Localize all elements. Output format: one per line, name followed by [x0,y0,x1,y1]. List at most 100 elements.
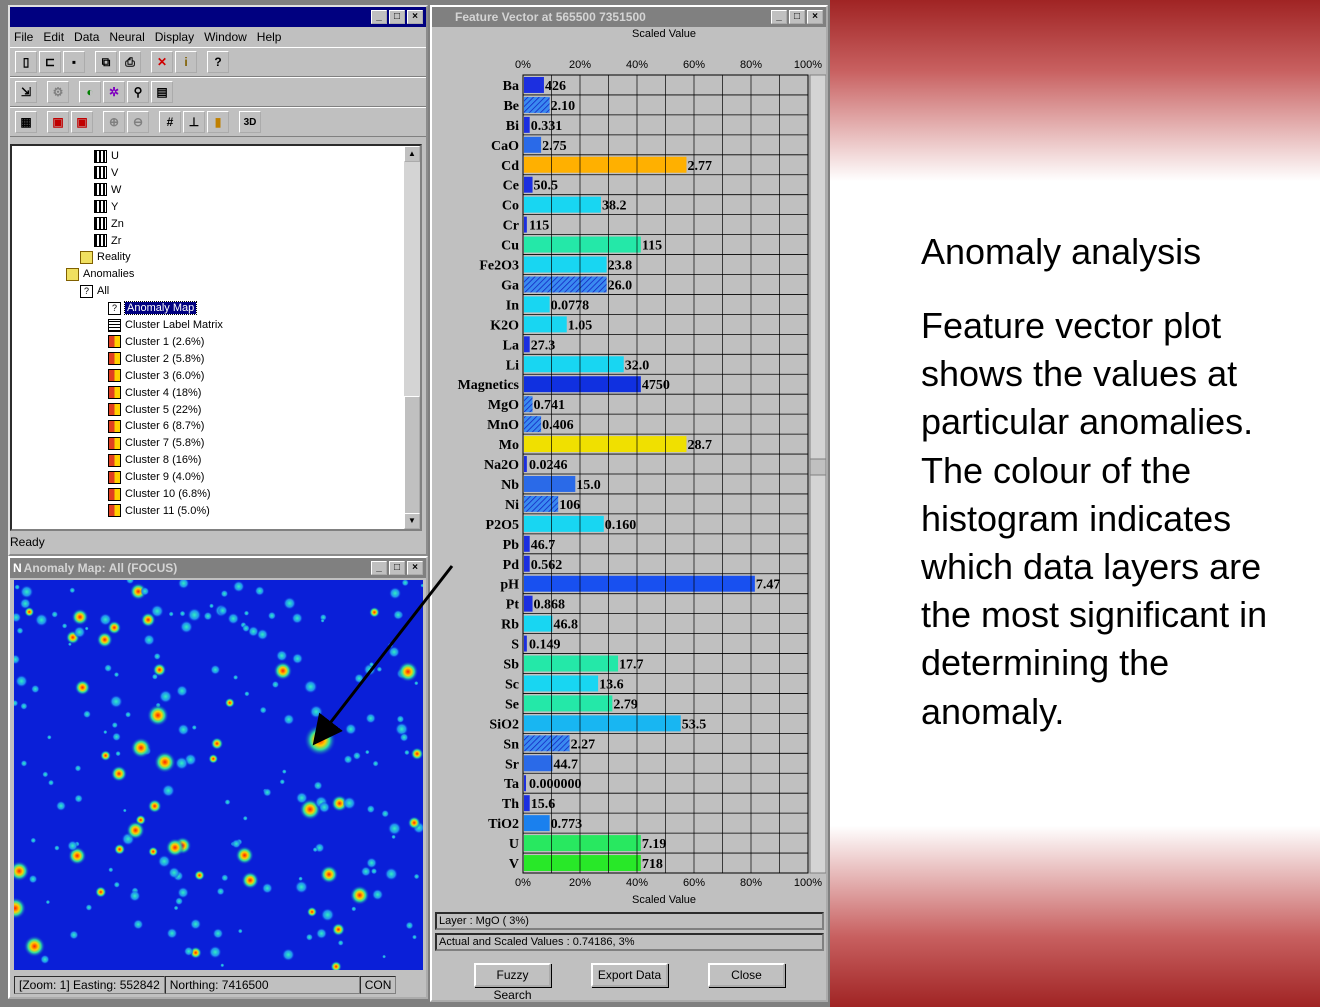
help-icon[interactable]: ? [207,51,229,73]
bar-mo[interactable] [524,436,687,453]
tree-item[interactable]: Zr [94,233,121,249]
process-icon[interactable]: ⚙ [47,81,69,103]
import-icon[interactable]: ⇲ [15,81,37,103]
report-icon[interactable]: ▤ [151,81,173,103]
menu-edit[interactable]: Edit [43,30,64,44]
tree-item[interactable]: Cluster Label Matrix [108,317,223,333]
tree-item[interactable]: ? All [80,283,109,299]
fv-minimize-button[interactable]: _ [771,10,787,24]
tree-item[interactable]: ? Anomaly Map [108,300,198,316]
bar-th[interactable] [524,795,530,812]
menu-display[interactable]: Display [155,30,194,44]
minimize-button[interactable]: _ [371,10,387,24]
bar-bi[interactable] [524,116,530,133]
copy-icon[interactable]: ⧉ [95,51,117,73]
info-icon[interactable]: i [175,51,197,73]
axis-icon[interactable]: ⊥ [183,111,205,133]
tree-item[interactable]: Cluster 9 (4.0%) [108,469,204,485]
tree-item[interactable]: V [94,165,118,181]
bar-cr[interactable] [524,216,527,233]
tree-item[interactable]: Cluster 5 (22%) [108,402,201,418]
view-3d-button[interactable]: 3D [239,111,261,133]
scroll-up-arrow-icon[interactable]: ▲ [404,146,420,162]
map-overlay-icon[interactable]: ▣ [71,111,93,133]
bar-sb[interactable] [524,655,619,672]
bar-ni[interactable] [524,495,559,512]
bar-sio2[interactable] [524,715,681,732]
tree-item[interactable]: Cluster 11 (5.0%) [108,503,210,519]
new-file-icon[interactable]: ▯ [15,51,37,73]
tree-item[interactable]: Reality [80,249,131,265]
close-button[interactable]: × [407,10,423,24]
maximize-button[interactable]: □ [389,10,405,24]
tree-item[interactable]: Anomalies [66,266,134,282]
scroll-thumb[interactable] [404,396,420,516]
bar-ba[interactable] [524,77,544,93]
selected-anomaly-blob[interactable] [304,724,336,756]
zoom-out-icon[interactable]: ⊖ [127,111,149,133]
bar-u[interactable] [524,835,641,852]
bar-co[interactable] [524,196,601,213]
tree-scrollbar[interactable]: ▲ ▼ [404,146,420,529]
map-maximize-button[interactable]: □ [389,561,405,575]
layer-tree[interactable]: U V W Y Zn Zr Reality Anomalies? All? Anomaly Map… [10,144,422,531]
fv-maximize-button[interactable]: □ [789,10,805,24]
tree-item[interactable]: Zn [94,216,124,232]
bar-ta[interactable] [524,775,526,792]
open-folder-icon[interactable]: ⊏ [39,51,61,73]
bar-pd[interactable] [524,555,530,572]
bar-sr[interactable] [524,755,553,772]
bar-tio2[interactable] [524,815,550,832]
zoom-in-icon[interactable]: ⊕ [103,111,125,133]
bar-cao[interactable] [524,136,542,153]
tree-item[interactable]: Y [94,199,118,215]
cluster-icon[interactable]: ✲ [103,81,125,103]
bar-pb[interactable] [524,535,530,552]
export-data-button[interactable]: Export Data [591,963,668,987]
bar-rb[interactable] [524,615,553,632]
scroll-down-arrow-icon[interactable]: ▼ [404,513,420,529]
tree-item[interactable]: Cluster 2 (5.8%) [108,351,204,367]
chart-scroll-thumb[interactable] [809,458,826,476]
menu-neural[interactable]: Neural [109,30,144,44]
print-icon[interactable]: ⎙ [119,51,141,73]
bar-in[interactable] [524,296,550,313]
tree-item[interactable]: Cluster 10 (6.8%) [108,486,211,502]
delete-icon[interactable]: ✕ [151,51,173,73]
tree-item[interactable]: Cluster 4 (18%) [108,385,201,401]
bar-p2o5[interactable] [524,515,604,532]
menu-file[interactable]: File [14,30,33,44]
grid-icon[interactable]: # [159,111,181,133]
anomaly-map-canvas[interactable] [14,580,423,970]
bar-na2o[interactable] [524,456,527,472]
bar-mgo[interactable] [524,396,533,413]
fv-close-button[interactable]: × [807,10,823,24]
bar-ph[interactable] [524,575,755,592]
bar-mno[interactable] [524,416,542,433]
tree-item[interactable]: Cluster 6 (8.7%) [108,418,204,434]
bar-se[interactable] [524,695,613,712]
train-icon[interactable]: ◐ [79,81,101,103]
bar-v[interactable] [524,855,641,871]
layers-icon[interactable]: ▦ [15,111,37,133]
tree-item[interactable]: Cluster 3 (6.0%) [108,368,204,384]
menu-data[interactable]: Data [74,30,99,44]
map-minimize-button[interactable]: _ [371,561,387,575]
bar-pt[interactable] [524,595,533,612]
bar-magnetics[interactable] [524,376,641,393]
tree-item[interactable]: W [94,182,121,198]
tree-item[interactable]: Cluster 7 (5.8%) [108,435,204,451]
legend-icon[interactable]: ▮ [207,111,229,133]
fuzzy-search-button[interactable]: Fuzzy Search [474,963,551,1002]
bar-k2o[interactable] [524,316,567,333]
menu-window[interactable]: Window [204,30,247,44]
save-icon[interactable]: ▪ [63,51,85,73]
bar-ce[interactable] [524,176,533,193]
bar-nb[interactable] [524,476,576,492]
bar-sc[interactable] [524,675,599,692]
bar-fe2o3[interactable] [524,256,607,273]
bar-cd[interactable] [524,156,687,173]
bar-ga[interactable] [524,276,607,293]
tree-item[interactable]: Cluster 8 (16%) [108,452,201,468]
bar-cu[interactable] [524,236,641,253]
